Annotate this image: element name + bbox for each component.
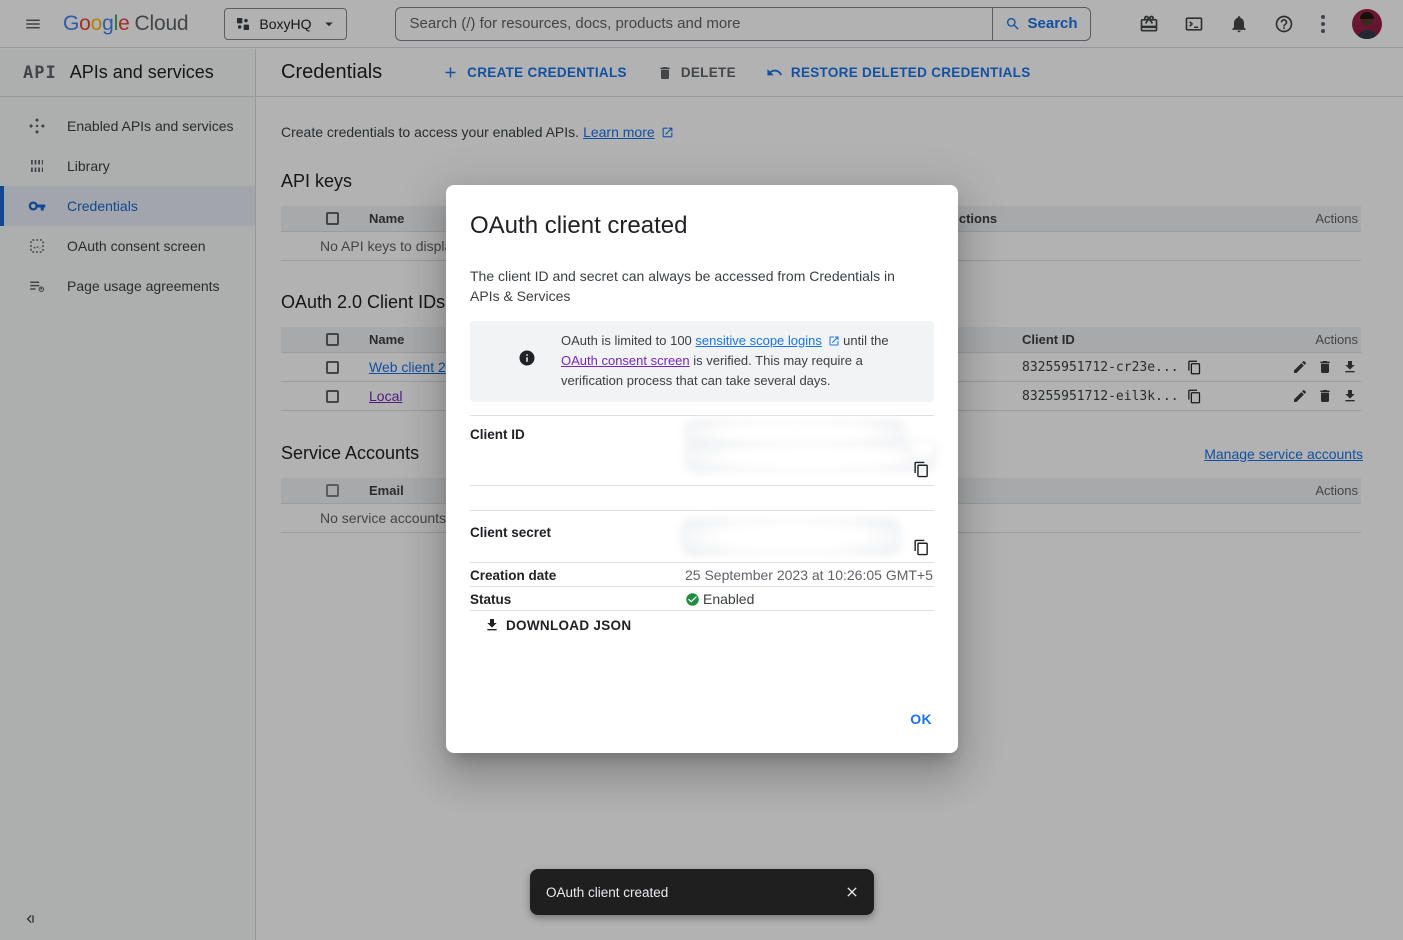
sensitive-scope-logins-link[interactable]: sensitive scope logins: [695, 333, 821, 348]
client-secret-row: Client secret: [470, 512, 934, 563]
creation-date-row: Creation date 25 September 2023 at 10:26…: [470, 564, 934, 587]
status-row: Status Enabled: [470, 588, 934, 611]
info-icon: [518, 349, 536, 367]
redacted-client-secret: [680, 519, 902, 555]
snackbar-message: OAuth client created: [546, 885, 844, 900]
notice-text: OAuth is limited to 100 sensitive scope …: [561, 331, 920, 391]
status-label: Status: [470, 592, 685, 607]
redacted-client-id: [683, 443, 937, 472]
client-id-row: Client ID: [470, 416, 934, 486]
external-link-icon: [828, 335, 840, 347]
download-json-button[interactable]: DOWNLOAD JSON: [484, 617, 631, 633]
oauth-consent-screen-link[interactable]: OAuth consent screen: [561, 353, 690, 368]
close-icon[interactable]: [844, 884, 860, 900]
client-details-table: Client ID Client secret Creation d: [470, 415, 934, 610]
google-cloud-console: Google Cloud BoxyHQ Search: [0, 0, 1403, 940]
download-icon: [484, 617, 500, 633]
ok-button[interactable]: OK: [910, 711, 932, 727]
dialog-subtitle: The client ID and secret can always be a…: [470, 266, 920, 306]
dialog-title: OAuth client created: [470, 212, 687, 240]
spacer-row: [470, 487, 934, 511]
check-circle-icon: [685, 592, 700, 607]
snackbar: OAuth client created: [530, 869, 874, 915]
redacted-client-id: [907, 440, 939, 456]
copy-icon[interactable]: [913, 539, 930, 556]
status-badge: Enabled: [703, 591, 754, 607]
creation-date-value: 25 September 2023 at 10:26:05 GMT+5: [685, 567, 933, 583]
copy-icon[interactable]: [913, 461, 930, 478]
creation-date-label: Creation date: [470, 568, 685, 583]
oauth-client-created-dialog: OAuth client created The client ID and s…: [446, 185, 958, 753]
verification-notice: OAuth is limited to 100 sensitive scope …: [470, 321, 934, 402]
